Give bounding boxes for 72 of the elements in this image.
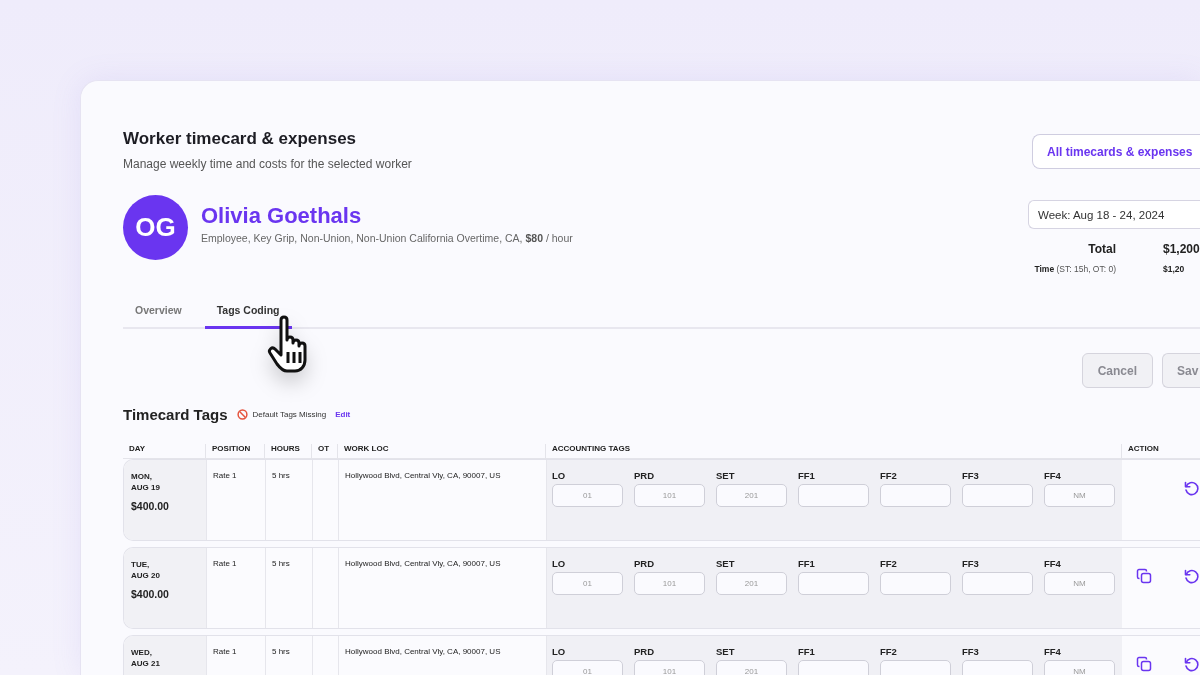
worker-details: Employee, Key Grip, Non-Union, Non-Union California Overtime, CA, $80 / hour: [201, 232, 573, 244]
total-label: Time (ST: 15h, OT: 0): [1033, 264, 1117, 274]
tag-field[interactable]: [798, 572, 869, 595]
tag-label: FF3: [962, 558, 980, 569]
total-value: $1,20: [1163, 264, 1186, 274]
undo-icon: [1183, 480, 1199, 496]
week-field[interactable]: Week: Aug 18 - 24, 2024: [1028, 200, 1200, 229]
tag-field[interactable]: [962, 572, 1033, 595]
tag-label: FF2: [880, 470, 898, 481]
tag-field[interactable]: 101: [634, 660, 705, 675]
table-cell: Hollywood Blvd, Central Vly, CA, 90007, US: [345, 559, 501, 568]
page-title: Worker timecard & expenses: [123, 129, 358, 150]
tag-field[interactable]: 101: [634, 572, 705, 595]
tag-label: PRD: [634, 558, 656, 569]
tag-label: PRD: [634, 646, 656, 657]
warning-text: Default Tags Missing: [252, 410, 327, 419]
tag-field[interactable]: 01: [552, 484, 623, 507]
tag-label: FF2: [880, 646, 898, 657]
tag-label: FF4: [1044, 646, 1062, 657]
tag-label: LO: [552, 558, 567, 569]
tab[interactable]: Overview: [123, 300, 194, 329]
tag-label: FF1: [798, 558, 816, 569]
tag-label: FF1: [798, 470, 816, 481]
prohibited-icon: [236, 409, 248, 420]
day-amount: $400.00: [131, 500, 170, 512]
table-cell: Hollywood Blvd, Central Vly, CA, 90007, US: [345, 471, 501, 480]
day-label: WED, AUG 21: [131, 647, 161, 669]
tag-label: FF3: [962, 470, 980, 481]
tag-label: FF2: [880, 558, 898, 569]
tag-label: LO: [552, 646, 567, 657]
worker-name: Olivia Goethals: [201, 203, 363, 229]
tag-label: FF1: [798, 646, 816, 657]
day-label: MON, AUG 19: [131, 471, 161, 493]
table-cell: Rate 1: [213, 559, 237, 568]
tag-field[interactable]: 201: [716, 660, 787, 675]
table-cell: Hollywood Blvd, Central Vly, CA, 90007, US: [345, 647, 501, 656]
tag-label: SET: [716, 470, 736, 481]
tag-label: PRD: [634, 470, 656, 481]
tag-field[interactable]: [880, 572, 951, 595]
tag-label: FF4: [1044, 558, 1062, 569]
table-cell: 5 hrs: [272, 471, 290, 480]
table-cell: Rate 1: [213, 471, 237, 480]
undo-icon: [1183, 568, 1199, 584]
tag-field[interactable]: 01: [552, 572, 623, 595]
tag-field[interactable]: NM: [1044, 484, 1115, 507]
tag-label: FF3: [962, 646, 980, 657]
table-cell: 5 hrs: [272, 559, 290, 568]
avatar: OG: [123, 195, 188, 260]
undo-icon: [1183, 656, 1199, 672]
tag-field[interactable]: NM: [1044, 660, 1115, 675]
tag-label: FF4: [1044, 470, 1062, 481]
table-cell: Rate 1: [213, 647, 237, 656]
tag-label: SET: [716, 646, 736, 657]
tag-field[interactable]: 201: [716, 484, 787, 507]
day-amount: $400.00: [131, 588, 170, 600]
tag-field[interactable]: 201: [716, 572, 787, 595]
table-cell: 5 hrs: [272, 647, 290, 656]
tag-label: SET: [716, 558, 736, 569]
page-subtitle: Manage weekly time and costs for the selected worker: [123, 157, 413, 171]
tag-field[interactable]: 101: [634, 484, 705, 507]
total-value: $1,200: [1163, 242, 1200, 256]
section-title: Timecard Tags: [123, 406, 228, 423]
total-label: Total: [1087, 242, 1117, 256]
tag-field[interactable]: [962, 484, 1033, 507]
tag-field[interactable]: [798, 484, 869, 507]
tag-field[interactable]: NM: [1044, 572, 1115, 595]
edit-link[interactable]: Edit: [335, 410, 351, 419]
all-timecards-button[interactable]: All timecards & expenses: [1032, 134, 1200, 169]
day-label: TUE, AUG 20: [131, 559, 161, 581]
tag-label: LO: [552, 470, 567, 481]
tag-field[interactable]: [880, 484, 951, 507]
tag-field[interactable]: 01: [552, 660, 623, 675]
